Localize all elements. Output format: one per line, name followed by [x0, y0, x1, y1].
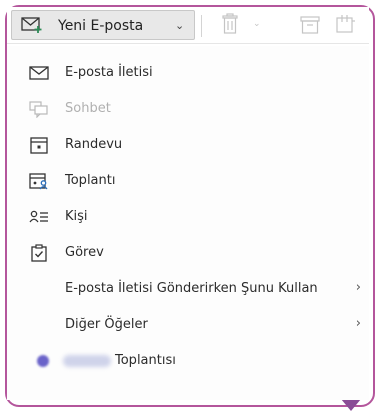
menu-item-label: Toplantı — [65, 173, 116, 188]
submenu-arrow-icon: › — [355, 316, 361, 331]
chat-icon — [29, 101, 48, 118]
toolbar-divider — [201, 15, 202, 37]
menu-item-send-using[interactable]: E-posta İletisi Gönderirken Şunu Kullan … — [7, 271, 369, 307]
contact-icon — [29, 210, 48, 223]
menu-item-teams-meeting[interactable]: Toplantısı — [7, 343, 369, 379]
menu-item-label: Sohbet — [65, 101, 111, 116]
envelope-icon — [29, 66, 49, 80]
menu-item-meeting[interactable]: Toplantı — [7, 163, 369, 199]
delete-chevron-icon[interactable]: ⌄ — [253, 19, 261, 29]
menu-item-label: Randevu — [65, 137, 123, 152]
trash-icon[interactable] — [221, 13, 239, 35]
submenu-arrow-icon: › — [355, 280, 361, 295]
menu-item-label: Diğer Öğeler — [65, 317, 148, 332]
menu-item-appointment[interactable]: Randevu — [7, 127, 369, 163]
meeting-icon — [29, 173, 48, 190]
menu-item-chat[interactable]: Sohbet — [7, 91, 369, 127]
menu-item-label: Toplantısı — [115, 353, 176, 368]
new-item-menu: E-posta İletisi Sohbet Randevu Toplantı — [7, 46, 369, 400]
task-icon — [31, 244, 47, 262]
menu-item-label: Kişi — [65, 209, 88, 224]
teams-icon — [37, 355, 49, 367]
menu-item-email[interactable]: E-posta İletisi — [7, 55, 369, 91]
menu-item-label: E-posta İletisi Gönderirken Şunu Kullan — [65, 281, 318, 296]
menu-item-other-items[interactable]: Diğer Öğeler › — [7, 307, 369, 343]
menu-item-contact[interactable]: Kişi — [7, 199, 369, 235]
move-icon[interactable] — [336, 14, 356, 34]
callout-pointer — [341, 399, 361, 411]
menu-item-label: E-posta İletisi — [65, 65, 153, 80]
menu-item-task[interactable]: Görev — [7, 235, 369, 271]
archive-icon[interactable] — [300, 16, 320, 34]
calendar-icon — [30, 137, 48, 154]
new-email-button[interactable]: Yeni E-posta ⌄ — [11, 10, 195, 40]
mail-plus-icon — [21, 17, 42, 33]
ribbon-toolbar: Yeni E-posta ⌄ ⌄ — [7, 7, 369, 44]
new-email-label: Yeni E-posta — [58, 18, 144, 34]
blurred-text — [63, 355, 111, 367]
chevron-down-icon[interactable]: ⌄ — [175, 19, 184, 32]
menu-item-label: Görev — [65, 245, 104, 260]
